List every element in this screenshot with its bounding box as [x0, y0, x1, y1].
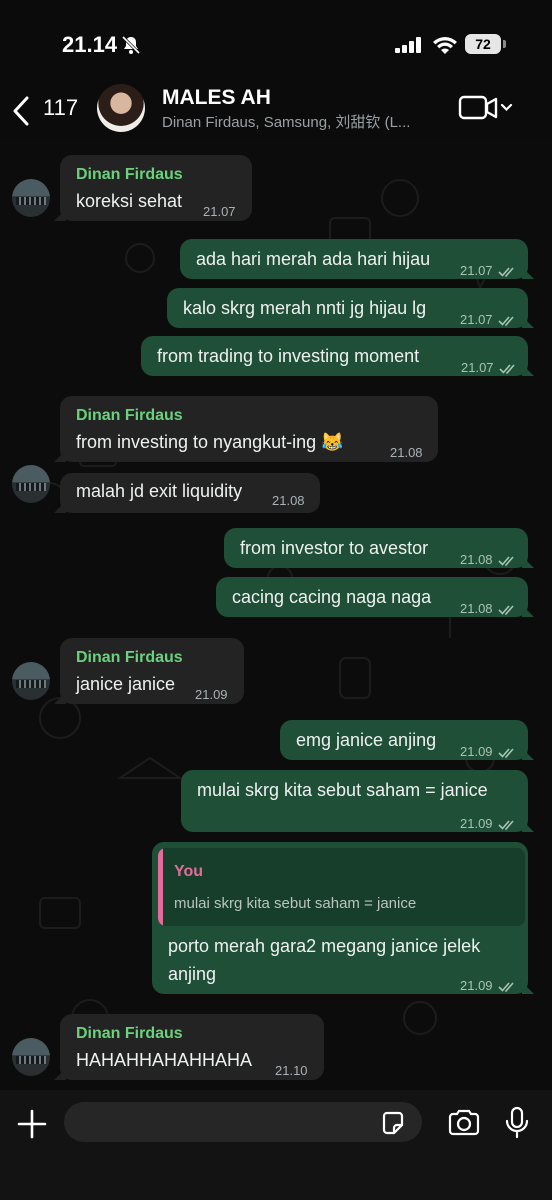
back-button[interactable]: 117: [12, 92, 102, 132]
microphone-icon[interactable]: [505, 1106, 529, 1140]
double-check-icon: [499, 357, 519, 381]
message-timestamp: 21.08: [460, 552, 493, 567]
double-check-icon: [498, 549, 518, 573]
camera-icon[interactable]: [447, 1109, 481, 1137]
sender-name[interactable]: Dinan Firdaus: [76, 646, 183, 670]
chat-header: 117 MALES AH Dinan Firdaus, Samsung, 刘甜钦…: [0, 84, 552, 138]
double-check-icon: [498, 260, 518, 284]
sender-avatar[interactable]: [12, 1038, 50, 1076]
unread-count: 117: [43, 95, 79, 120]
cellular-signal-icon: [395, 37, 421, 53]
bubble-tail: [54, 501, 66, 513]
incoming-message[interactable]: Dinan Firdaus janice janice 21.09: [54, 638, 244, 704]
message-timestamp: 21.07: [203, 204, 236, 219]
sender-name[interactable]: Dinan Firdaus: [76, 163, 183, 187]
message-text: anjing: [168, 964, 217, 984]
message-text: from investing to nyangkut-ing 😹: [76, 432, 344, 452]
message-timestamp: 21.07: [461, 360, 494, 375]
bubble-tail: [522, 820, 534, 832]
bubble-tail: [54, 692, 66, 704]
outgoing-message[interactable]: from investor to avestor 21.08: [224, 528, 534, 568]
sender-avatar[interactable]: [12, 179, 50, 217]
double-check-icon: [498, 598, 518, 622]
bubble-tail: [54, 1068, 66, 1080]
bubble-tail: [54, 450, 66, 462]
message-text: HAHAHHAHAHHAHA: [76, 1050, 253, 1070]
status-time: 21.14: [62, 32, 118, 57]
video-call-icon[interactable]: [458, 94, 516, 122]
message-text: ada hari merah ada hari hijau: [196, 249, 431, 269]
message-timestamp: 21.08: [272, 493, 305, 508]
bubble-tail: [522, 267, 534, 279]
double-check-icon: [498, 309, 518, 333]
message-timestamp: 21.07: [460, 312, 493, 327]
message-timestamp: 21.09: [195, 687, 228, 702]
message-timestamp: 21.09: [460, 816, 493, 831]
double-check-icon: [498, 975, 518, 999]
outgoing-message[interactable]: emg janice anjing 21.09: [280, 720, 534, 760]
battery-tip: [503, 40, 506, 48]
battery-level: 72: [465, 34, 501, 54]
message-timestamp: 21.09: [460, 744, 493, 759]
message-timestamp: 21.08: [390, 445, 423, 460]
message-text: koreksi sehat: [76, 191, 183, 211]
double-check-icon: [498, 741, 518, 765]
composer-bar: [0, 1090, 552, 1200]
message-list[interactable]: Dinan Firdaus koreksi sehat 21.07 ada hari …: [0, 138, 552, 1090]
bubble-tail: [522, 748, 534, 760]
bubble-tail: [522, 364, 534, 376]
message-timestamp: 21.07: [460, 263, 493, 278]
incoming-message[interactable]: Dinan Firdaus from investing to nyangkut-…: [54, 396, 438, 462]
chevron-left-icon: [13, 96, 29, 126]
bubble-tail: [54, 209, 66, 221]
plus-icon[interactable]: [16, 1108, 48, 1140]
sticker-icon[interactable]: [380, 1110, 406, 1136]
quote-sender: You: [174, 863, 204, 880]
message-text: cacing cacing naga naga: [232, 587, 432, 607]
outgoing-message[interactable]: mulai skrg kita sebut saham = janice 21.0…: [181, 770, 534, 832]
quote-accent-bar: [158, 848, 163, 926]
double-check-icon: [498, 813, 518, 837]
message-text: malah jd exit liquidity: [76, 481, 243, 501]
sender-name[interactable]: Dinan Firdaus: [76, 404, 183, 428]
message-text: mulai skrg kita sebut saham = janice: [197, 780, 488, 800]
message-text: janice janice: [76, 674, 176, 694]
outgoing-message[interactable]: cacing cacing naga naga 21.08: [216, 577, 534, 617]
message-text: porto merah gara2 megang janice jelek: [168, 936, 481, 956]
message-timestamp: 21.10: [275, 1063, 308, 1078]
outgoing-message[interactable]: kalo skrg merah nnti jg hijau lg 21.07: [167, 288, 534, 328]
sender-avatar[interactable]: [12, 662, 50, 700]
chat-title[interactable]: MALES AH: [162, 86, 271, 110]
outgoing-message[interactable]: You mulai skrg kita sebut saham = janice p…: [152, 842, 534, 994]
incoming-message[interactable]: Dinan Firdaus HAHAHHAHAHHAHA 21.10: [54, 1014, 324, 1080]
sender-name[interactable]: Dinan Firdaus: [76, 1022, 183, 1046]
message-timestamp: 21.09: [460, 978, 493, 993]
message-text: emg janice anjing: [296, 730, 437, 750]
message-text: from investor to avestor: [240, 538, 429, 558]
chat-participants[interactable]: Dinan Firdaus, Samsung, 刘甜钦 (L...: [162, 111, 442, 132]
bubble-tail: [522, 605, 534, 617]
incoming-message[interactable]: Dinan Firdaus koreksi sehat 21.07: [54, 155, 252, 221]
message-input[interactable]: [64, 1102, 422, 1142]
quoted-message[interactable]: You mulai skrg kita sebut saham = janice: [158, 848, 525, 926]
wifi-icon: [433, 37, 457, 54]
bubble-tail: [522, 556, 534, 568]
incoming-message[interactable]: malah jd exit liquidity 21.08: [54, 473, 320, 513]
bubble-tail: [522, 982, 534, 994]
outgoing-message[interactable]: ada hari merah ada hari hijau 21.07: [180, 239, 534, 279]
outgoing-message[interactable]: from trading to investing moment 21.07: [141, 336, 534, 376]
message-text: kalo skrg merah nnti jg hijau lg: [183, 298, 427, 318]
quote-text: mulai skrg kita sebut saham = janice: [174, 895, 417, 912]
message-text: from trading to investing moment: [157, 346, 420, 366]
message-timestamp: 21.08: [460, 601, 493, 616]
status-bar: 21.14 72: [0, 0, 552, 84]
bell-muted-icon: [121, 35, 141, 55]
sender-avatar[interactable]: [12, 465, 50, 503]
bubble-tail: [522, 316, 534, 328]
group-avatar[interactable]: [97, 84, 145, 132]
